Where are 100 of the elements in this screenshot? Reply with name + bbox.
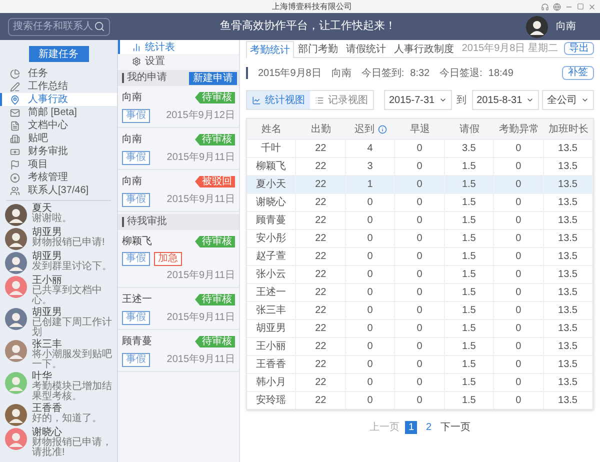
table-cell-text: 1.5	[462, 358, 476, 372]
nav-item[interactable]: 项目	[0, 158, 117, 171]
table-row[interactable]: 胡亚男 22 0 0 1.5 0 13.5	[247, 319, 593, 337]
panel-tab[interactable]: 设置	[118, 54, 239, 68]
table-cell-text: 13.5	[558, 358, 578, 372]
start-date-dropdown[interactable]: 2015-7-31	[384, 90, 452, 110]
contact-name: 胡亚男	[32, 228, 62, 238]
nav-item[interactable]: 简邮 [Beta]	[0, 106, 117, 119]
section-title: 待我审批	[122, 217, 167, 227]
page-button[interactable]: 2	[423, 421, 435, 434]
nav-item[interactable]: 考核管理	[0, 171, 117, 184]
table-row[interactable]: 赵子萱 22 0 0 1.5 0 13.5	[247, 247, 593, 265]
table-cell-text: 0	[516, 304, 522, 318]
table-cell-text: 1	[367, 178, 373, 192]
table-cell-text: 22	[315, 340, 326, 354]
table-cell-text: 0	[416, 214, 422, 228]
table-cell-text: 0	[516, 142, 522, 156]
table-cell-text: 22	[315, 232, 326, 246]
nav-item[interactable]: 文档中心	[0, 119, 117, 132]
request-card[interactable]: 向南 待审核 事假 2015年9月11日	[118, 128, 239, 170]
requester-name: 向南	[122, 174, 142, 189]
table-cell-text: 22	[315, 196, 326, 210]
table-cell-text: 22	[315, 214, 326, 228]
table-cell-text: 1.5	[462, 322, 476, 336]
tab[interactable]: 考勤统计	[246, 41, 294, 58]
contact-name: 叶华	[32, 372, 52, 382]
nav-item[interactable]: 联系人[37/46]	[0, 184, 117, 197]
table-row[interactable]: 谢晓心 22 0 0 1.5 0 13.5	[247, 193, 593, 211]
table-cell-text: 顾青蔓	[256, 214, 286, 228]
leave-tag: 事假	[122, 310, 150, 324]
resign-button[interactable]: 补签	[562, 66, 594, 80]
table-cell-text: 13.5	[558, 250, 578, 264]
table-cell-text: 22	[315, 178, 326, 192]
panel-tab[interactable]: 统计表	[118, 40, 239, 54]
table-cell-text: 0	[416, 268, 422, 282]
table-row[interactable]: 王小丽 22 0 0 1.5 0 13.5	[247, 337, 593, 355]
nav-item[interactable]: 财务审批	[0, 145, 117, 158]
table-cell-text: 0	[367, 358, 373, 372]
table-row[interactable]: 张三丰 22 0 0 1.5 0 13.5	[247, 301, 593, 319]
tab[interactable]: 部门考勤	[294, 40, 342, 57]
tab[interactable]: 人事行政制度	[390, 40, 458, 57]
maximize-icon[interactable]	[577, 3, 584, 10]
table-row[interactable]: 王香香 22 0 0 1.5 0 13.5	[247, 355, 593, 373]
end-date-dropdown[interactable]: 2015-8-31	[472, 90, 540, 110]
table-cell-text: 1.5	[462, 268, 476, 282]
table-cell-text: 0	[367, 250, 373, 264]
pen-icon	[10, 82, 20, 92]
status-badge: 待审核	[195, 294, 235, 306]
table-cell-text: 韩小月	[256, 376, 286, 390]
request-card[interactable]: 向南 待审核 事假 2015年9月12日	[118, 86, 239, 128]
table-cell-text: 安小彤	[256, 232, 286, 246]
request-card[interactable]: 顾青蔓 待审核 事假 2015年9月11日	[118, 330, 239, 372]
tab[interactable]: 请假统计	[342, 40, 390, 57]
table-row[interactable]: 张小云 22 0 0 1.5 0 13.5	[247, 265, 593, 283]
view-toggle[interactable]: 统计视图	[247, 91, 310, 109]
table-row[interactable]: 韩小月 22 0 0 1.5 0 13.5	[247, 373, 593, 391]
table-cell-text: 22	[315, 250, 326, 264]
requester-name: 向南	[122, 90, 142, 105]
table-cell-text: 1.5	[462, 250, 476, 264]
contact-message: 谢谢啦。	[32, 214, 72, 224]
new-task-button[interactable]: 新建任务	[28, 46, 88, 62]
table-cell-text: 13.5	[558, 232, 578, 246]
table-cell-text: 13.5	[558, 394, 578, 408]
table-cell-text: 13.5	[558, 322, 578, 336]
headset-icon[interactable]	[541, 2, 549, 10]
scope-dropdown[interactable]: 全公司	[542, 90, 594, 110]
info-icon	[378, 124, 387, 134]
nav-item[interactable]: 任务	[0, 67, 117, 80]
nav-item[interactable]: 贴吧	[0, 132, 117, 145]
table-row[interactable]: 柳颖飞 22 3 0 1.5 0 13.5	[247, 157, 593, 175]
request-card[interactable]: 向南 被驳回 事假 2015年9月11日	[118, 170, 239, 212]
globe-icon[interactable]	[553, 2, 561, 10]
requester-name: 柳颖飞	[122, 234, 152, 249]
table-cell-text: 0	[416, 304, 422, 318]
next-page-link[interactable]: 下一页	[440, 420, 471, 435]
table-row[interactable]: 安玲瑶 22 0 0 1.5 0 13.5	[247, 391, 593, 409]
table-cell-text: 13.5	[558, 304, 578, 318]
search-icon	[94, 21, 105, 32]
close-icon[interactable]	[588, 2, 596, 10]
target-icon	[10, 172, 20, 182]
table-row[interactable]: 王述一 22 0 0 1.5 0 13.5	[247, 283, 593, 301]
export-button[interactable]: 导出	[564, 42, 594, 55]
request-date: 2015年9月11日	[166, 193, 235, 207]
new-request-button[interactable]: 新建申请	[189, 72, 237, 84]
nav-item[interactable]: 人事行政	[0, 93, 117, 106]
table-row[interactable]: 千叶 22 4 0 3.5 0 13.5	[247, 139, 593, 157]
search-field[interactable]: 搜索任务和联系人	[8, 18, 110, 36]
table-row[interactable]: 夏小天 22 1 0 1.5 0 13.5	[247, 175, 593, 193]
table-cell-text: 0	[367, 214, 373, 228]
table-row[interactable]: 安小彤 22 0 0 1.5 0 13.5	[247, 229, 593, 247]
page-button[interactable]: 1	[405, 421, 417, 434]
people-icon	[10, 186, 20, 196]
column-header: 出勤	[311, 122, 332, 136]
request-card[interactable]: 柳颖飞 待审核 事假 加急 2015年9月11日	[118, 230, 239, 288]
table-row[interactable]: 顾青蔓 22 0 0 1.5 0 13.5	[247, 211, 593, 229]
nav-item[interactable]: 工作总结	[0, 80, 117, 93]
request-card[interactable]: 王述一 待审核 事假 2015年9月11日	[118, 288, 239, 330]
table-cell-text: 13.5	[558, 340, 578, 354]
status-badge: 待审核	[195, 336, 235, 348]
table-cell-text: 1.5	[462, 160, 476, 174]
